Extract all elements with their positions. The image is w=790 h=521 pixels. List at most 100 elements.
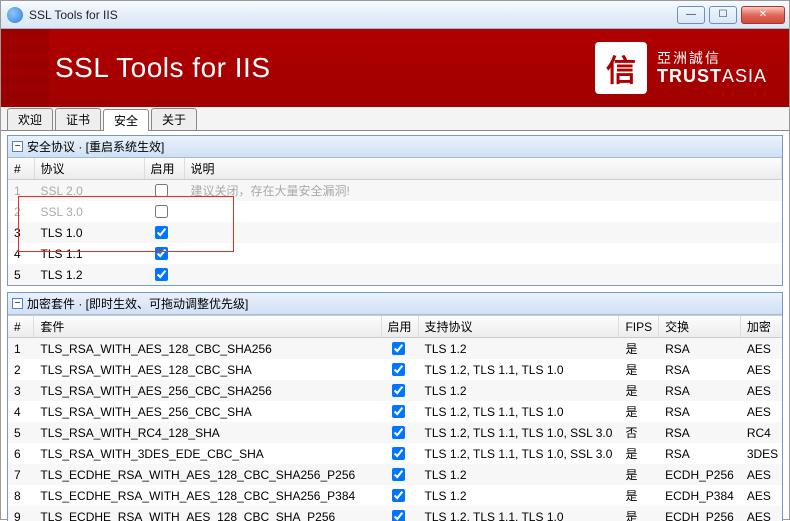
suite-protos: TLS 1.2 [418,338,619,360]
protocol-name: TLS 1.1 [34,243,144,264]
cipher-row[interactable]: 6TLS_RSA_WITH_3DES_EDE_CBC_SHA TLS 1.2, T… [8,443,782,464]
col-enable[interactable]: 启用 [381,316,418,338]
suite-protos: TLS 1.2 [418,464,619,485]
enable-checkbox[interactable] [392,342,405,355]
cipher-row[interactable]: 2TLS_RSA_WITH_AES_128_CBC_SHA TLS 1.2, TL… [8,359,782,380]
ciphers-group-header[interactable]: − 加密套件 · [即时生效、可拖动调整优先级] [8,293,782,315]
protocol-name: TLS 1.2 [34,264,144,285]
col-enable[interactable]: 启用 [144,158,184,180]
cipher-row[interactable]: 3TLS_RSA_WITH_AES_256_CBC_SHA256TLS 1.2是… [8,380,782,401]
row-num: 2 [8,359,34,380]
suite-enc: AES [740,380,782,401]
row-num: 2 [8,201,34,222]
protocol-row[interactable]: 2SSL 3.0 [8,201,782,222]
suite-kx: RSA [659,401,741,422]
row-num: 1 [8,180,34,202]
ciphers-scroll[interactable]: # 套件 启用 支持协议 FIPS 交换 加密 哈希 1TLS_RSA_WITH… [8,315,782,521]
cipher-row[interactable]: 5TLS_RSA_WITH_RC4_128_SHATLS 1.2, TLS 1.… [8,422,782,443]
row-num: 5 [8,422,34,443]
row-num: 3 [8,380,34,401]
suite-fips: 是 [619,506,659,521]
suite-enc: AES [740,359,782,380]
cipher-row[interactable]: 8TLS_ECDHE_RSA_WITH_AES_128_CBC_SHA256_P… [8,485,782,506]
suite-protos: TLS 1.2, TLS 1.1, TLS 1.0, SSL 3.0 [418,443,619,464]
protocol-desc [184,243,782,264]
protocols-group: − 安全协议 · [重启系统生效] # 协议 启用 说明 1SSL 2.0建议关… [7,135,783,286]
banner-heading: SSL Tools for IIS [55,52,595,84]
suite-protos: TLS 1.2, TLS 1.1, TLS 1.0 [418,506,619,521]
suite-kx: ECDH_P256 [659,506,741,521]
suite-kx: RSA [659,422,741,443]
suite-name: TLS_RSA_WITH_AES_256_CBC_SHA [34,401,381,422]
enable-checkbox[interactable] [392,426,405,439]
suite-kx: RSA [659,338,741,360]
row-num: 6 [8,443,34,464]
enable-checkbox[interactable] [155,247,168,260]
col-kx[interactable]: 交换 [659,316,741,338]
protocol-row[interactable]: 1SSL 2.0建议关闭，存在大量安全漏洞! [8,180,782,202]
row-num: 4 [8,243,34,264]
row-num: 3 [8,222,34,243]
enable-checkbox[interactable] [392,384,405,397]
enable-checkbox[interactable] [155,205,168,218]
enable-checkbox[interactable] [392,363,405,376]
suite-enc: RC4 [740,422,782,443]
tab-2[interactable]: 安全 [103,109,149,131]
col-suite[interactable]: 套件 [34,316,381,338]
cipher-row[interactable]: 9TLS_ECDHE_RSA_WITH_AES_128_CBC_SHA_P256… [8,506,782,521]
maximize-icon: ☐ [719,9,728,20]
suite-name: TLS_ECDHE_RSA_WITH_AES_128_CBC_SHA_P256 [34,506,381,521]
cipher-row[interactable]: 4TLS_RSA_WITH_AES_256_CBC_SHATLS 1.2, TL… [8,401,782,422]
cipher-row[interactable]: 7TLS_ECDHE_RSA_WITH_AES_128_CBC_SHA256_P… [8,464,782,485]
enable-checkbox[interactable] [155,226,168,239]
suite-fips: 是 [619,338,659,360]
suite-name: TLS_RSA_WITH_AES_128_CBC_SHA256 [34,338,381,360]
suite-protos: TLS 1.2, TLS 1.1, TLS 1.0 [418,359,619,380]
enable-checkbox[interactable] [392,447,405,460]
enable-checkbox[interactable] [155,184,168,197]
cipher-row[interactable]: 1TLS_RSA_WITH_AES_128_CBC_SHA256TLS 1.2是… [8,338,782,360]
protocol-row[interactable]: 4TLS 1.1 [8,243,782,264]
minimize-button[interactable]: — [677,6,705,24]
protocols-group-header[interactable]: − 安全协议 · [重启系统生效] [8,136,782,158]
suite-protos: TLS 1.2, TLS 1.1, TLS 1.0, SSL 3.0 [418,422,619,443]
suite-protos: TLS 1.2 [418,380,619,401]
maximize-button[interactable]: ☐ [709,6,737,24]
enable-checkbox[interactable] [392,489,405,502]
col-fips[interactable]: FIPS [619,316,659,338]
col-protocol[interactable]: 协议 [34,158,144,180]
col-num[interactable]: # [8,158,34,180]
protocol-row[interactable]: 3TLS 1.0 [8,222,782,243]
tab-3[interactable]: 关于 [151,108,197,130]
col-num[interactable]: # [8,316,34,338]
tab-0[interactable]: 欢迎 [7,108,53,130]
enable-checkbox[interactable] [392,468,405,481]
protocol-desc: 建议关闭，存在大量安全漏洞! [184,180,782,202]
protocols-group-title: 安全协议 · [重启系统生效] [27,138,164,155]
suite-name: TLS_RSA_WITH_3DES_EDE_CBC_SHA [34,443,381,464]
ciphers-group: − 加密套件 · [即时生效、可拖动调整优先级] # 套件 启用 支持协议 FI… [7,292,783,521]
tab-1[interactable]: 证书 [55,108,101,130]
protocol-row[interactable]: 5TLS 1.2 [8,264,782,285]
close-button[interactable]: ✕ [741,6,785,24]
brand-cn: 亞洲誠信 [657,50,767,66]
suite-name: TLS_RSA_WITH_AES_128_CBC_SHA [34,359,381,380]
row-num: 4 [8,401,34,422]
titlebar: SSL Tools for IIS — ☐ ✕ [1,1,789,29]
row-num: 9 [8,506,34,521]
col-desc[interactable]: 说明 [184,158,782,180]
col-enc[interactable]: 加密 [740,316,782,338]
collapse-icon: − [12,141,23,152]
col-protos[interactable]: 支持协议 [418,316,619,338]
enable-checkbox[interactable] [392,405,405,418]
ciphers-group-title: 加密套件 · [即时生效、可拖动调整优先级] [27,295,248,312]
enable-checkbox[interactable] [392,510,405,521]
row-num: 5 [8,264,34,285]
suite-name: TLS_RSA_WITH_AES_256_CBC_SHA256 [34,380,381,401]
ciphers-table: # 套件 启用 支持协议 FIPS 交换 加密 哈希 1TLS_RSA_WITH… [8,316,782,521]
protocols-table: # 协议 启用 说明 1SSL 2.0建议关闭，存在大量安全漏洞!2SSL 3.… [8,158,782,285]
suite-enc: AES [740,506,782,521]
enable-checkbox[interactable] [155,268,168,281]
close-icon: ✕ [759,9,767,20]
row-num: 7 [8,464,34,485]
